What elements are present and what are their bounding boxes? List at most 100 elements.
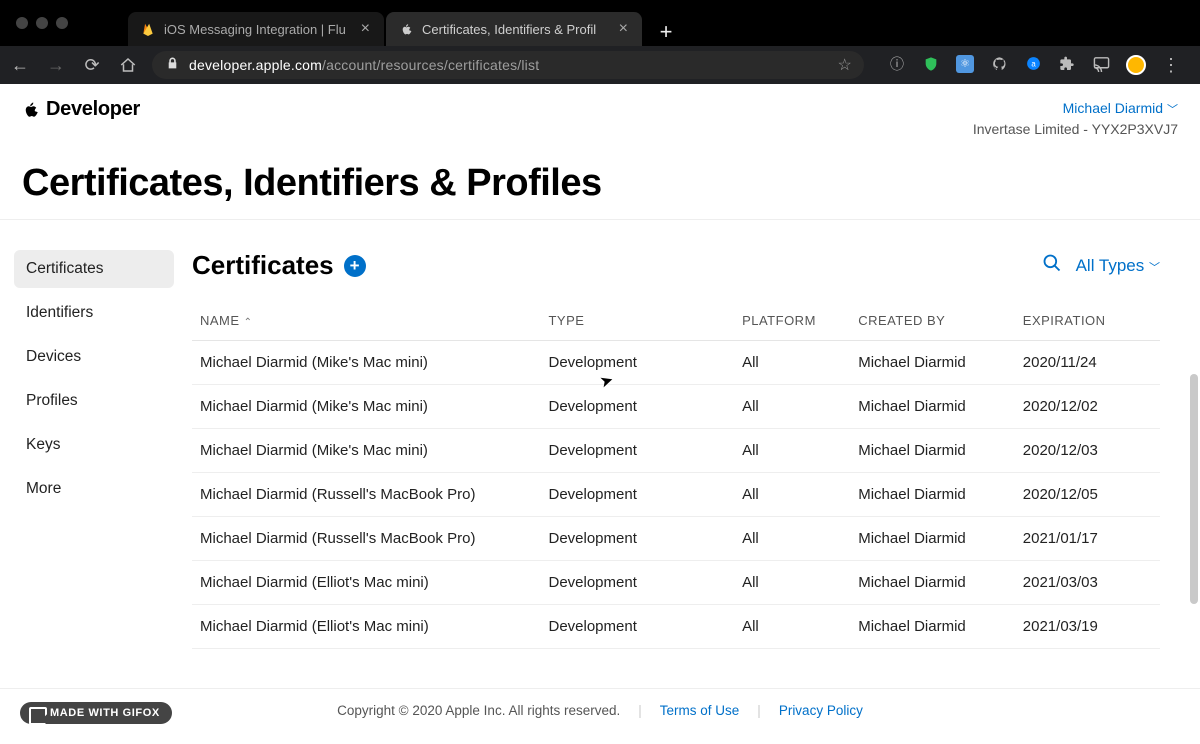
sidebar-item-devices[interactable]: Devices xyxy=(14,338,174,376)
sort-asc-icon: ⌃ xyxy=(244,317,253,328)
footer: Copyright © 2020 Apple Inc. All rights r… xyxy=(0,688,1200,732)
sidebar-item-identifiers[interactable]: Identifiers xyxy=(14,294,174,332)
list-title: Certificates xyxy=(192,250,334,281)
certificates-table: NAME⌃ TYPE PLATFORM CREATED BY EXPIRATIO… xyxy=(192,301,1160,649)
chevron-down-icon: ﹀ xyxy=(1167,104,1178,116)
cell-name: Michael Diarmid (Elliot's Mac mini) xyxy=(192,561,540,605)
column-header-platform[interactable]: PLATFORM xyxy=(734,301,850,341)
tab-ios-messaging[interactable]: iOS Messaging Integration | Flu × xyxy=(128,12,384,46)
cell-platform: All xyxy=(734,429,850,473)
bookmark-star-icon[interactable]: ☆ xyxy=(837,55,852,75)
apple-developer-brand[interactable]: Developer xyxy=(22,98,140,121)
omnibox[interactable]: developer.apple.com/account/resources/ce… xyxy=(152,51,864,79)
cell-exp: 2021/03/03 xyxy=(1015,561,1160,605)
cell-platform: All xyxy=(734,385,850,429)
shield-icon[interactable] xyxy=(922,55,940,73)
cell-exp: 2020/12/03 xyxy=(1015,429,1160,473)
window-zoom-dot[interactable] xyxy=(56,17,68,29)
cell-type: Development xyxy=(540,341,734,385)
cell-name: Michael Diarmid (Russell's MacBook Pro) xyxy=(192,517,540,561)
cell-by: Michael Diarmid xyxy=(850,561,1015,605)
brand-label: Developer xyxy=(46,98,140,121)
cell-type: Development xyxy=(540,561,734,605)
cell-name: Michael Diarmid (Russell's MacBook Pro) xyxy=(192,473,540,517)
table-row[interactable]: Michael Diarmid (Mike's Mac mini)Develop… xyxy=(192,429,1160,473)
site-info-icon[interactable]: ⓘ xyxy=(888,55,906,73)
cell-by: Michael Diarmid xyxy=(850,473,1015,517)
filter-dropdown[interactable]: All Types ﹀ xyxy=(1076,256,1160,276)
lock-icon xyxy=(166,57,179,73)
page-title: Certificates, Identifiers & Profiles xyxy=(0,140,1200,220)
url-path: /account/resources/certificates/list xyxy=(322,57,539,73)
back-button[interactable]: ← xyxy=(8,55,32,76)
sidebar-item-certificates[interactable]: Certificates xyxy=(14,250,174,288)
sidebar-item-more[interactable]: More xyxy=(14,470,174,508)
sidebar: Certificates Identifiers Devices Profile… xyxy=(14,250,174,649)
cell-type: Development xyxy=(540,429,734,473)
column-header-type[interactable]: TYPE xyxy=(540,301,734,341)
reload-button[interactable]: ⟳ xyxy=(80,55,104,76)
cell-by: Michael Diarmid xyxy=(850,341,1015,385)
extension-icon[interactable]: a xyxy=(1024,55,1042,73)
address-bar: ← → ⟳ developer.apple.com/account/resour… xyxy=(0,46,1200,84)
gifox-badge[interactable]: MADE WITH GIFOX xyxy=(20,702,172,724)
home-button[interactable] xyxy=(116,56,140,74)
url-domain: developer.apple.com xyxy=(189,57,322,73)
tab-certificates[interactable]: Certificates, Identifiers & Profil × xyxy=(386,12,642,46)
table-row[interactable]: Michael Diarmid (Russell's MacBook Pro)D… xyxy=(192,517,1160,561)
cell-platform: All xyxy=(734,605,850,649)
cell-type: Development xyxy=(540,473,734,517)
window-minimize-dot[interactable] xyxy=(36,17,48,29)
forward-button[interactable]: → xyxy=(44,55,68,76)
apple-icon xyxy=(398,21,414,37)
cell-exp: 2020/12/02 xyxy=(1015,385,1160,429)
account-name-dropdown[interactable]: Michael Diarmid ﹀ xyxy=(973,98,1178,119)
column-header-createdby[interactable]: CREATED BY xyxy=(850,301,1015,341)
octocat-icon[interactable] xyxy=(990,55,1008,73)
sidebar-item-keys[interactable]: Keys xyxy=(14,426,174,464)
window-close-dot[interactable] xyxy=(16,17,28,29)
table-row[interactable]: Michael Diarmid (Mike's Mac mini)Develop… xyxy=(192,341,1160,385)
cell-type: Development xyxy=(540,605,734,649)
scrollbar-thumb[interactable] xyxy=(1190,374,1198,604)
kebab-menu-icon[interactable]: ⋮ xyxy=(1162,55,1180,76)
close-icon[interactable]: × xyxy=(357,20,374,38)
cell-exp: 2021/03/19 xyxy=(1015,605,1160,649)
column-header-expiration[interactable]: EXPIRATION xyxy=(1015,301,1160,341)
terms-of-use-link[interactable]: Terms of Use xyxy=(660,703,740,718)
new-tab-button[interactable]: + xyxy=(652,18,680,46)
search-icon[interactable] xyxy=(1042,253,1062,278)
table-row[interactable]: Michael Diarmid (Mike's Mac mini)Develop… xyxy=(192,385,1160,429)
cell-platform: All xyxy=(734,517,850,561)
cell-name: Michael Diarmid (Mike's Mac mini) xyxy=(192,341,540,385)
tab-title: iOS Messaging Integration | Flu xyxy=(164,22,357,37)
extensions-puzzle-icon[interactable] xyxy=(1058,55,1076,73)
close-icon[interactable]: × xyxy=(615,20,632,38)
cell-exp: 2020/11/24 xyxy=(1015,341,1160,385)
table-row[interactable]: Michael Diarmid (Russell's MacBook Pro)D… xyxy=(192,473,1160,517)
cell-platform: All xyxy=(734,473,850,517)
table-row[interactable]: Michael Diarmid (Elliot's Mac mini)Devel… xyxy=(192,561,1160,605)
react-devtools-icon[interactable]: ⚛ xyxy=(956,55,974,73)
copyright-text: Copyright © 2020 Apple Inc. All rights r… xyxy=(337,703,620,718)
traffic-lights xyxy=(16,17,128,29)
cell-by: Michael Diarmid xyxy=(850,385,1015,429)
cell-type: Development xyxy=(540,385,734,429)
filter-label: All Types xyxy=(1076,256,1145,275)
tab-title: Certificates, Identifiers & Profil xyxy=(422,22,615,37)
main-content: Certificates + All Types ﹀ xyxy=(192,250,1192,649)
sidebar-item-profiles[interactable]: Profiles xyxy=(14,382,174,420)
tab-strip: iOS Messaging Integration | Flu × Certif… xyxy=(128,0,680,46)
cast-icon[interactable] xyxy=(1092,55,1110,73)
cell-name: Michael Diarmid (Mike's Mac mini) xyxy=(192,385,540,429)
chevron-down-icon: ﹀ xyxy=(1149,262,1160,274)
privacy-policy-link[interactable]: Privacy Policy xyxy=(779,703,863,718)
profile-avatar[interactable] xyxy=(1126,55,1146,75)
column-header-name[interactable]: NAME⌃ xyxy=(192,301,540,341)
account-team-label: Invertase Limited - YYX2P3XVJ7 xyxy=(973,119,1178,140)
add-certificate-button[interactable]: + xyxy=(344,255,366,277)
table-row[interactable]: Michael Diarmid (Elliot's Mac mini)Devel… xyxy=(192,605,1160,649)
cell-platform: All xyxy=(734,341,850,385)
account-name-label: Michael Diarmid xyxy=(1063,100,1163,116)
cell-by: Michael Diarmid xyxy=(850,605,1015,649)
